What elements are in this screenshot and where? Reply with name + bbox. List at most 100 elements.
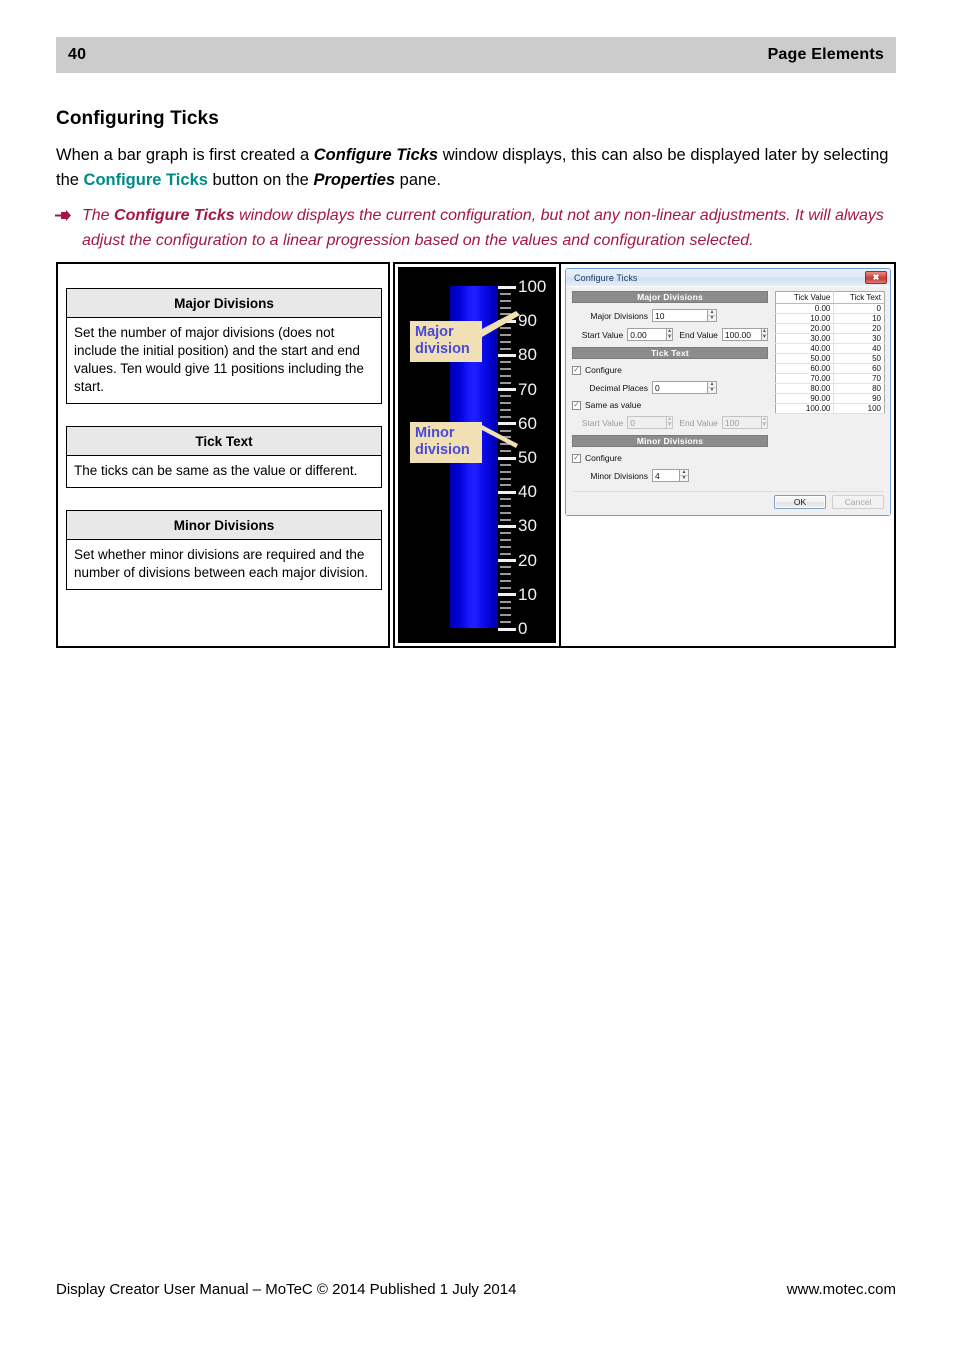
header-section-title: Page Elements — [767, 46, 884, 63]
cell-tick-text: 80 — [833, 383, 885, 394]
table-header-row: Tick Value Tick Text — [775, 291, 885, 304]
paragraph-text-3: button on the — [207, 171, 314, 189]
tick-values-body: 0.00 0 10.00 10 20.00 20 30.00 30 40.00 40 50.00 50… — [775, 303, 885, 414]
cell-tick-value: 60.00 — [775, 363, 834, 374]
paragraph-text-1: When a bar graph is first created a — [56, 146, 314, 164]
description-table-minor-divisions: Minor Divisions Set whether minor divisi… — [66, 510, 382, 590]
field-label: Start Value — [581, 417, 624, 428]
paragraph-bold-configure-ticks: Configure Ticks — [313, 146, 439, 164]
table-row[interactable]: 80.00 80 — [775, 383, 885, 394]
field-start-end-value: Start Value 0.00 ▲ ▼ End Value 100.00 ▲ ▼ — [572, 328, 769, 341]
note-callout: The Configure Ticks window displays the … — [55, 203, 901, 253]
description-table-tick-text: Tick Text The ticks can be same as the v… — [66, 426, 382, 488]
cell-tick-text: 20 — [833, 323, 885, 334]
checkbox-label: Configure — [585, 365, 622, 375]
table-row[interactable]: 90.00 90 — [775, 393, 885, 404]
header-page-number: 40 — [68, 46, 87, 63]
table-header: Tick Text — [67, 427, 381, 456]
dialog-body: Major Divisions Major Divisions 10 ▲ ▼ St… — [566, 286, 890, 515]
cell-tick-value: 0.00 — [775, 303, 834, 314]
table-row[interactable]: 60.00 60 — [775, 363, 885, 374]
checkbox-same-as-value[interactable]: ✓ Same as value — [572, 400, 768, 410]
end-value-input[interactable]: 100.00 — [721, 328, 762, 341]
column-header-tick-value: Tick Value — [775, 291, 834, 304]
cell-tick-text: 70 — [833, 373, 885, 384]
field-minor-divisions: Minor Divisions 4 ▲ ▼ — [572, 469, 768, 482]
ticktext-end-stepper: ▲ ▼ — [761, 416, 769, 429]
pointing-hand-icon — [55, 205, 72, 230]
tick-values-table[interactable]: Tick Value Tick Text 0.00 0 10.00 10 20.00 20… — [775, 291, 885, 414]
close-icon[interactable]: ✖ — [865, 271, 887, 284]
cell-tick-value: 20.00 — [775, 323, 834, 334]
field-label: Decimal Places — [589, 382, 648, 393]
section-header-tick-text: Tick Text — [572, 347, 768, 359]
table-header: Minor Divisions — [67, 511, 381, 540]
major-divisions-stepper[interactable]: ▲ ▼ — [708, 309, 717, 322]
table-row[interactable]: 30.00 30 — [775, 333, 885, 344]
start-value-input[interactable]: 0.00 — [627, 328, 667, 341]
table-row[interactable]: 100.00 100 — [775, 403, 885, 414]
checkbox-label: Same as value — [585, 400, 642, 410]
ticktext-end-value-input: 100 — [721, 416, 762, 429]
bar-graph: 100 90 80 70 60 50 40 30 20 10 0 Major division Mi… — [398, 267, 556, 643]
footer-website[interactable]: www.motec.com — [787, 1281, 896, 1298]
cell-tick-value: 50.00 — [775, 353, 834, 364]
end-value-stepper[interactable]: ▲ ▼ — [761, 328, 769, 341]
note-text: The Configure Ticks window displays the … — [82, 203, 901, 253]
table-row[interactable]: 70.00 70 — [775, 373, 885, 384]
checkbox-label: Configure — [585, 453, 622, 463]
table-row[interactable]: 50.00 50 — [775, 353, 885, 364]
page-header: 40 Page Elements — [56, 37, 896, 73]
cell-tick-value: 90.00 — [775, 393, 834, 404]
table-body: Set whether minor divisions are required… — [67, 540, 381, 589]
field-decimal-places: Decimal Places 0 ▲ ▼ — [572, 381, 768, 394]
checkbox-icon[interactable]: ✓ — [572, 400, 581, 410]
ticktext-start-value-input: 0 — [627, 416, 667, 429]
decimal-places-input[interactable]: 0 — [652, 381, 708, 394]
checkbox-ticktext-configure[interactable]: ✓ Configure — [572, 365, 768, 375]
cell-tick-value: 70.00 — [775, 373, 834, 384]
field-label: End Value — [679, 329, 718, 340]
paragraph-bold-properties: Properties — [313, 171, 396, 189]
cell-tick-text: 100 — [833, 403, 885, 414]
cell-tick-text: 50 — [833, 353, 885, 364]
section-header-minor-divisions: Minor Divisions — [572, 435, 768, 447]
decimal-places-stepper[interactable]: ▲ ▼ — [708, 381, 717, 394]
tick-values-column: Tick Value Tick Text 0.00 0 10.00 10 20.00 20… — [775, 291, 885, 414]
column-header-tick-text: Tick Text — [833, 291, 885, 304]
minor-divisions-stepper[interactable]: ▲ ▼ — [680, 469, 689, 482]
cell-tick-value: 100.00 — [775, 403, 834, 414]
checkbox-icon[interactable]: ✓ — [572, 453, 581, 463]
configure-ticks-link[interactable]: Configure Ticks — [84, 171, 208, 189]
dialog-panel: Configure Ticks ✖ Major Divisions Major … — [559, 262, 896, 648]
cancel-button[interactable]: Cancel — [832, 494, 884, 509]
cell-tick-value: 10.00 — [775, 313, 834, 324]
descriptions-panel: Major Divisions Set the number of major … — [56, 262, 390, 648]
cell-tick-value: 80.00 — [775, 383, 834, 394]
minor-divisions-input[interactable]: 4 — [652, 469, 680, 482]
checkbox-minor-configure[interactable]: ✓ Configure — [572, 453, 768, 463]
checkbox-icon[interactable]: ✓ — [572, 365, 581, 375]
dialog-titlebar[interactable]: Configure Ticks ✖ — [566, 269, 890, 286]
cell-tick-text: 40 — [833, 343, 885, 354]
table-body: Set the number of major divisions (does … — [67, 318, 381, 403]
bar-graph-panel: 100 90 80 70 60 50 40 30 20 10 0 Major division Mi… — [393, 262, 561, 648]
note-text-1: The — [82, 207, 115, 224]
field-label: Major Divisions — [590, 310, 648, 321]
table-row[interactable]: 10.00 10 — [775, 313, 885, 324]
ok-button[interactable]: OK — [774, 494, 826, 509]
cell-tick-text: 60 — [833, 363, 885, 374]
callout-minor-division: Minor division — [410, 422, 482, 463]
configure-ticks-dialog: Configure Ticks ✖ Major Divisions Major … — [565, 268, 891, 516]
cell-tick-text: 10 — [833, 313, 885, 324]
major-divisions-input[interactable]: 10 — [652, 309, 708, 322]
paragraph-text-4: pane. — [395, 171, 441, 189]
manual-page: 40 Page Elements Configuring Ticks When … — [0, 0, 954, 1351]
table-row[interactable]: 40.00 40 — [775, 343, 885, 354]
callout-major-division: Major division — [410, 321, 482, 362]
cell-tick-text: 0 — [833, 303, 885, 314]
table-row[interactable]: 0.00 0 — [775, 303, 885, 314]
section-header-major-divisions: Major Divisions — [572, 291, 768, 303]
footer-copyright: Display Creator User Manual – MoTeC © 20… — [56, 1281, 517, 1298]
table-row[interactable]: 20.00 20 — [775, 323, 885, 334]
